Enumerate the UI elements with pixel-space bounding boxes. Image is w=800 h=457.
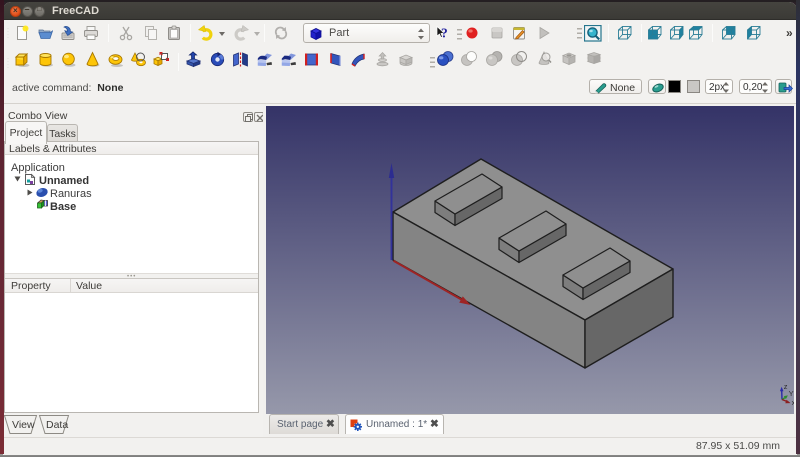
svg-text:z: z: [784, 382, 788, 391]
svg-text:View: View: [12, 419, 35, 431]
svg-text:Base: Base: [50, 201, 76, 213]
svg-text:Unnamed: Unnamed: [39, 175, 89, 187]
svg-text:Y: Y: [789, 389, 794, 398]
svg-text:Data: Data: [46, 419, 68, 431]
svg-text:?: ?: [441, 26, 448, 41]
svg-text:Ranuras: Ranuras: [50, 188, 92, 200]
svg-text:Application: Application: [11, 162, 65, 174]
svg-text:x: x: [792, 398, 794, 407]
